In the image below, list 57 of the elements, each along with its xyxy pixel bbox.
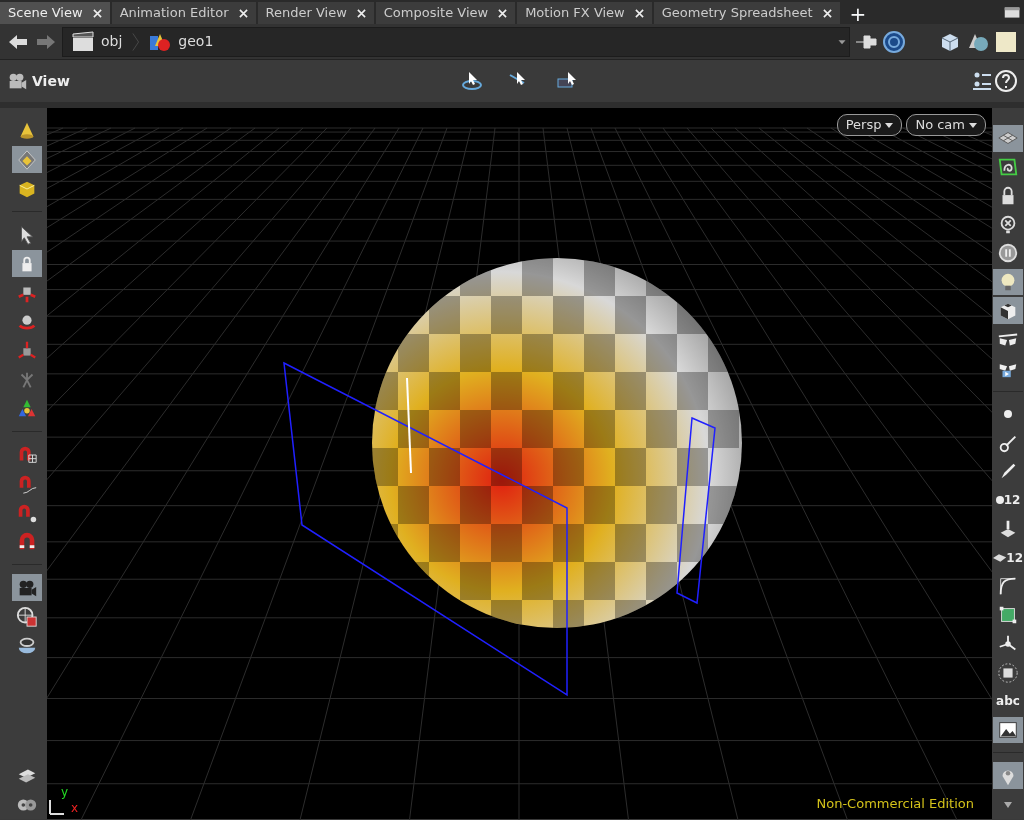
new-tab-button[interactable]: + bbox=[849, 4, 867, 24]
tab[interactable]: Composite View bbox=[375, 2, 516, 24]
crumb-label: geo1 bbox=[178, 32, 214, 51]
tab[interactable]: Scene View bbox=[0, 2, 110, 24]
axis-label: x bbox=[71, 800, 79, 817]
caret-icon bbox=[885, 122, 894, 128]
close-icon[interactable] bbox=[822, 8, 832, 18]
tool-button[interactable] bbox=[993, 716, 1023, 744]
disc-icon bbox=[997, 242, 1019, 265]
tool-label: 12 bbox=[1006, 549, 1023, 567]
clapperboard-icon[interactable] bbox=[71, 29, 95, 54]
sheet-icon bbox=[993, 553, 1007, 562]
tab-label: Animation Editor bbox=[119, 4, 229, 23]
tool-button[interactable] bbox=[993, 762, 1023, 790]
dot-icon bbox=[995, 496, 1004, 505]
close-icon[interactable] bbox=[238, 8, 248, 18]
help-icon[interactable] bbox=[994, 69, 1018, 93]
swatch-icon[interactable] bbox=[994, 29, 1018, 54]
tool-button[interactable]: 12 bbox=[993, 544, 1023, 571]
tab-label: Composite View bbox=[383, 4, 489, 23]
target-icon[interactable] bbox=[882, 29, 906, 54]
tool-button[interactable] bbox=[993, 268, 1023, 296]
tab[interactable]: Animation Editor bbox=[111, 2, 256, 24]
tab-label: Scene View bbox=[8, 4, 83, 23]
tab-label: Motion FX View bbox=[525, 4, 625, 23]
tool-button[interactable]: 12 bbox=[993, 486, 1023, 514]
diamond-icon bbox=[16, 148, 38, 171]
axis-gizmo bbox=[49, 799, 65, 815]
tool-button[interactable]: abc bbox=[993, 687, 1023, 715]
edition-label: Non-Commercial Edition bbox=[816, 794, 974, 813]
tool-button[interactable] bbox=[993, 297, 1023, 325]
pane-title: View bbox=[32, 71, 70, 91]
dot-icon bbox=[1004, 409, 1012, 418]
orbit-cursor-icon[interactable] bbox=[459, 69, 484, 93]
axis-label: y bbox=[61, 784, 69, 801]
view-menu-button[interactable]: Persp bbox=[836, 114, 903, 136]
tab-label: Geometry Spreadsheet bbox=[661, 4, 813, 23]
tab-label: Render View bbox=[265, 4, 347, 23]
tab[interactable]: Geometry Spreadsheet bbox=[653, 2, 840, 24]
view-menu-button[interactable]: No cam bbox=[906, 114, 986, 136]
caret-icon bbox=[1004, 801, 1012, 808]
tab[interactable]: Render View bbox=[257, 2, 374, 24]
tool-label: abc bbox=[996, 693, 1020, 711]
circle-lines-icon bbox=[997, 661, 1019, 684]
close-icon[interactable] bbox=[356, 8, 366, 18]
close-icon[interactable] bbox=[634, 8, 644, 18]
tool-button[interactable] bbox=[12, 574, 42, 601]
close-icon[interactable] bbox=[92, 8, 102, 18]
crumb-label: obj bbox=[101, 32, 123, 51]
caret-icon bbox=[969, 122, 977, 128]
path-field[interactable]: obj geo1 bbox=[62, 26, 850, 57]
path-crumb[interactable]: geo1 bbox=[140, 27, 222, 56]
close-icon[interactable] bbox=[498, 8, 508, 18]
tab[interactable]: Motion FX View bbox=[517, 2, 652, 24]
path-crumb[interactable]: obj bbox=[63, 27, 131, 56]
globe-icon bbox=[16, 605, 38, 628]
tool-label: 12 bbox=[1003, 492, 1021, 510]
